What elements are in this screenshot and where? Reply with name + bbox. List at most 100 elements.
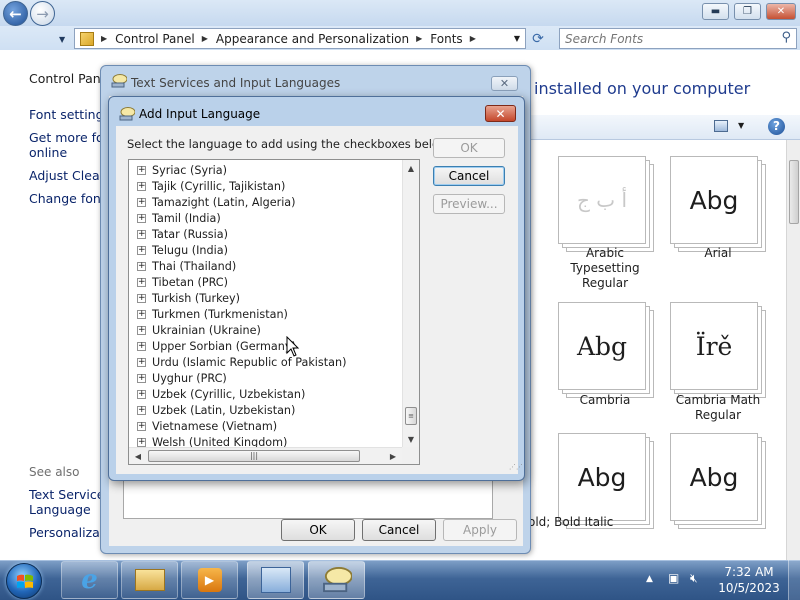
font-settings-link[interactable]: Font settings [29,107,110,122]
taskbar-internet-explorer[interactable]: e [61,561,118,599]
help-icon[interactable]: ? [768,118,785,135]
expand-plus-icon[interactable]: + [137,325,146,335]
fonts-toolbar: ▼ ? [530,115,800,140]
language-tree-item[interactable]: + Uyghur (PRC) [137,370,227,386]
chevron-right-icon[interactable]: ▶ [416,34,422,43]
expand-plus-icon[interactable]: + [137,181,146,191]
search-input[interactable] [560,29,770,48]
language-label: Telugu (India) [152,243,228,257]
breadcrumb-appearance[interactable]: Appearance and Personalization [216,32,409,46]
text-services-link-line2[interactable]: Language [29,502,91,517]
expand-plus-icon[interactable]: + [137,245,146,255]
scrollbar-thumb[interactable]: ||| [148,450,360,462]
language-tree-item[interactable]: + Urdu (Islamic Republic of Pakistan) [137,354,346,370]
cancel-button[interactable]: Cancel [433,166,505,186]
volume-muted-icon[interactable]: 🔇︎ [690,571,698,586]
system-clock[interactable]: 7:32 AM 10/5/2023 [712,564,786,596]
expand-plus-icon[interactable]: + [137,373,146,383]
language-tree-item[interactable]: + Uzbek (Latin, Uzbekistan) [137,402,295,418]
scrollbar-thumb[interactable] [789,160,799,224]
scrollbar-thumb[interactable]: ≡ [405,407,417,425]
scroll-right-arrow-icon[interactable]: ▶ [385,448,401,464]
taskbar-text-services[interactable] [308,561,365,599]
font-card-cambria[interactable]: Abg [558,302,654,398]
language-tree-item[interactable]: + Tatar (Russia) [137,226,228,242]
language-label: Tamil (India) [152,211,221,225]
close-window-button[interactable]: ✕ [766,3,796,20]
network-icon[interactable]: ▣ [668,571,679,585]
search-box[interactable]: ⚲ [559,28,797,49]
font-card[interactable]: Abg [670,433,766,529]
recent-pages-dropdown[interactable]: ▼ [59,35,65,44]
close-button[interactable]: ✕ [491,76,518,91]
close-button[interactable]: ✕ [485,105,516,122]
language-tree-item[interactable]: + Turkish (Turkey) [137,290,240,306]
expand-plus-icon[interactable]: + [137,389,146,399]
expand-plus-icon[interactable]: + [137,309,146,319]
ok-button[interactable]: OK [433,138,505,158]
expand-plus-icon[interactable]: + [137,293,146,303]
expand-plus-icon[interactable]: + [137,277,146,287]
text-services-link[interactable]: Text Services [29,487,111,502]
chevron-right-icon[interactable]: ▶ [202,34,208,43]
expand-plus-icon[interactable]: + [137,405,146,415]
expand-plus-icon[interactable]: + [137,229,146,239]
language-tree-item[interactable]: + Uzbek (Cyrillic, Uzbekistan) [137,386,305,402]
list-horizontal-scrollbar[interactable]: ◀ ||| ▶ [129,447,402,464]
start-button[interactable] [6,563,42,599]
show-desktop-button[interactable] [788,560,800,600]
language-tree-item[interactable]: + Tamazight (Latin, Algeria) [137,194,296,210]
taskbar-media-player[interactable]: ▶ [181,561,238,599]
taskbar-file-explorer[interactable] [121,561,178,599]
language-tree-item[interactable]: + Upper Sorbian (Germany) [137,338,296,354]
resize-grip-icon[interactable]: ⋰⋰ [509,463,523,471]
content-scrollbar[interactable] [786,140,800,560]
language-tree[interactable]: + Syriac (Syria) + Tajik (Cyrillic, Tajikis… [128,159,420,465]
expand-plus-icon[interactable]: + [137,357,146,367]
breadcrumb-control-panel[interactable]: Control Panel [115,32,195,46]
apply-button[interactable]: Apply [443,519,517,541]
search-icon[interactable]: ⚲ [781,30,791,45]
expand-plus-icon[interactable]: + [137,341,146,351]
language-tree-item[interactable]: + Thai (Thailand) [137,258,236,274]
scroll-left-arrow-icon[interactable]: ◀ [130,448,146,464]
expand-plus-icon[interactable]: + [137,261,146,271]
language-tree-item[interactable]: + Ukrainian (Ukraine) [137,322,261,338]
list-vertical-scrollbar[interactable]: ▲ ≡ ▼ [402,160,419,447]
language-tree-item[interactable]: + Syriac (Syria) [137,162,227,178]
preview-button[interactable]: Preview... [433,194,505,214]
refresh-icon[interactable]: ⟳ [527,29,549,49]
breadcrumb-fonts[interactable]: Fonts [430,32,462,46]
forward-button[interactable]: → [30,1,55,26]
font-card-arial[interactable]: Abg [670,156,766,252]
view-options-dropdown-icon[interactable]: ▼ [738,121,744,130]
change-view-icon[interactable] [714,120,728,132]
font-card-arabic-typesetting[interactable]: أ ب ج [558,156,654,252]
get-more-fonts-link-line2[interactable]: online [29,145,67,160]
expand-plus-icon[interactable]: + [137,165,146,175]
maximize-button[interactable]: ❐ [734,3,761,20]
language-tree-item[interactable]: + Vietnamese (Vietnam) [137,418,277,434]
scroll-down-arrow-icon[interactable]: ▼ [403,431,419,447]
expand-plus-icon[interactable]: + [137,197,146,207]
chevron-right-icon[interactable]: ▶ [470,34,476,43]
ok-button[interactable]: OK [281,519,355,541]
address-history-dropdown-icon[interactable]: ▼ [514,34,520,43]
expand-plus-icon[interactable]: + [137,213,146,223]
expand-plus-icon[interactable]: + [137,421,146,431]
language-tree-item[interactable]: + Tajik (Cyrillic, Tajikistan) [137,178,285,194]
font-name-cambria-math: Cambria Math Regular [675,393,761,422]
minimize-button[interactable]: ▬ [702,3,729,20]
expand-plus-icon[interactable]: + [137,437,146,447]
cancel-button[interactable]: Cancel [362,519,436,541]
language-tree-item[interactable]: + Turkmen (Turkmenistan) [137,306,288,322]
show-hidden-icons-icon[interactable]: ▲ [646,574,653,584]
language-tree-item[interactable]: + Tibetan (PRC) [137,274,228,290]
language-tree-item[interactable]: + Tamil (India) [137,210,221,226]
scroll-up-arrow-icon[interactable]: ▲ [403,160,419,176]
back-button[interactable]: ← [3,1,28,26]
language-tree-item[interactable]: + Telugu (India) [137,242,228,258]
font-card-cambria-math[interactable]: Ïrě [670,302,766,398]
taskbar-control-panel[interactable] [247,561,304,599]
address-bar[interactable]: ▶ Control Panel ▶ Appearance and Persona… [74,28,526,49]
